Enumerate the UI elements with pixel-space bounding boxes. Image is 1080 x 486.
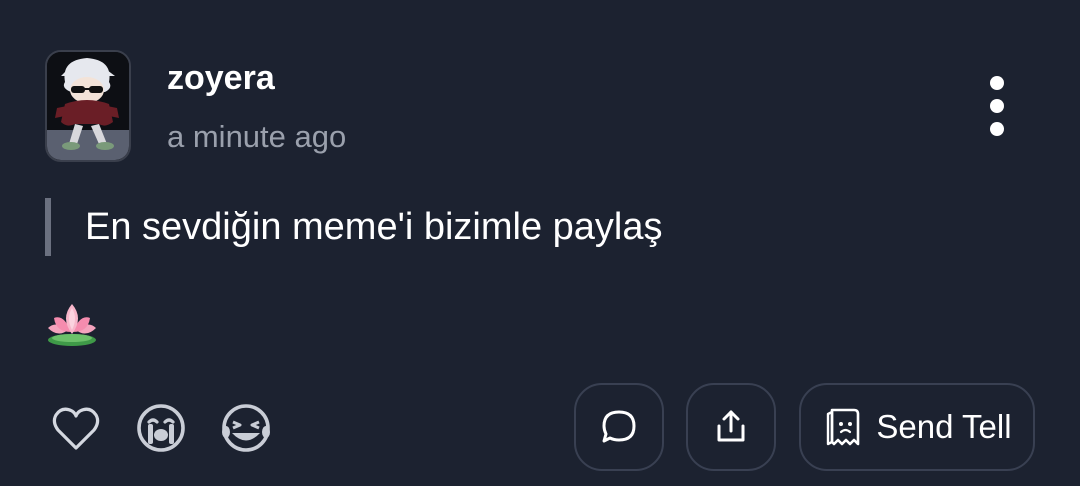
speech-bubble-icon <box>602 410 636 443</box>
more-options-button[interactable] <box>975 70 1019 142</box>
post-timestamp: a minute ago <box>167 119 347 154</box>
avatar[interactable] <box>45 50 131 162</box>
post-question-quote: En sevdiğin meme'i bizimle paylaş <box>45 198 663 256</box>
username[interactable]: zoyera <box>167 58 275 98</box>
send-tell-label: Send Tell <box>876 408 1012 445</box>
send-tell-button[interactable]: Send Tell <box>799 383 1035 471</box>
more-dot-icon <box>990 122 1004 136</box>
crying-face-icon[interactable] <box>135 402 187 454</box>
avatar-image <box>47 52 129 160</box>
ghost-note-icon <box>827 408 860 446</box>
laughing-face-icon[interactable] <box>220 402 272 454</box>
share-button[interactable] <box>686 383 776 471</box>
post-card: zoyera a minute ago En sevdiğin meme'i b… <box>0 0 1080 486</box>
heart-outline-icon[interactable] <box>50 402 102 454</box>
lotus-icon <box>48 304 96 346</box>
comment-button[interactable] <box>574 383 664 471</box>
share-upload-icon <box>717 410 745 442</box>
post-question-text: En sevdiğin meme'i bizimle paylaş <box>85 206 663 248</box>
more-dot-icon <box>990 99 1004 113</box>
more-dot-icon <box>990 76 1004 90</box>
